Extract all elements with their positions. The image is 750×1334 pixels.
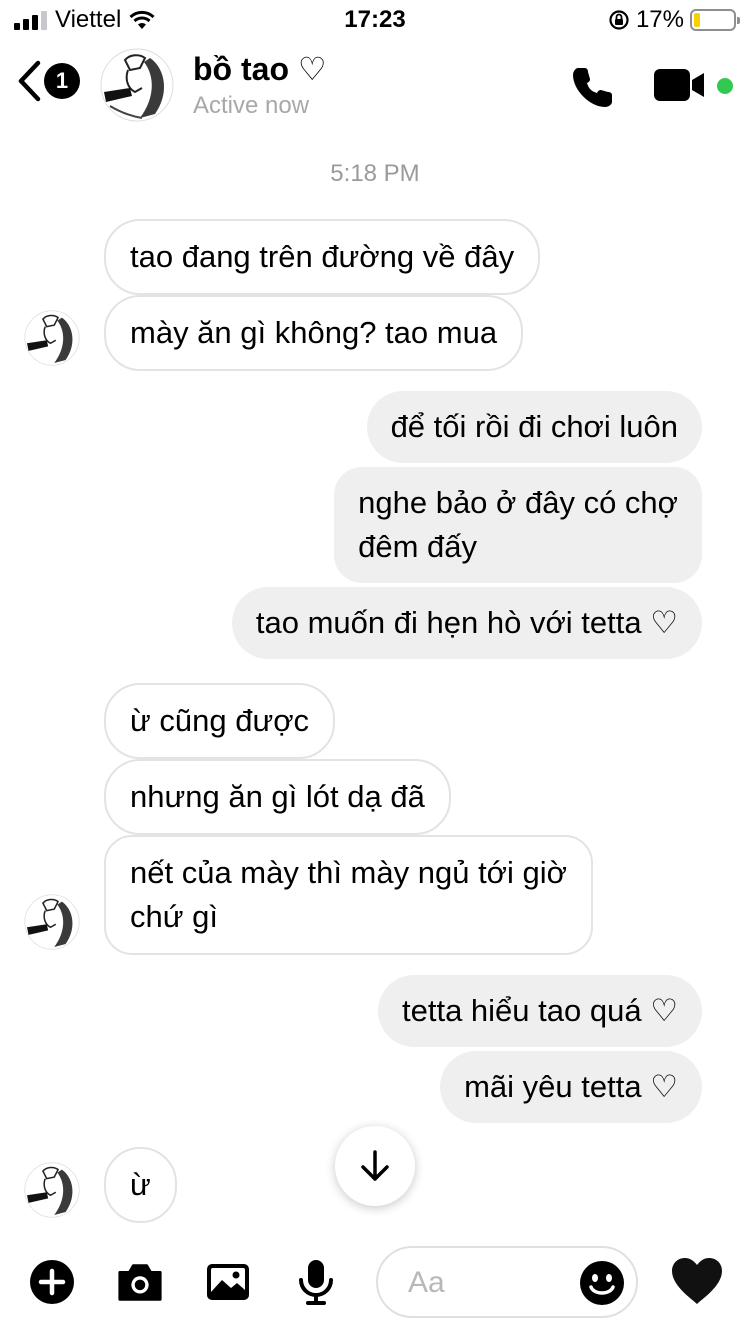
message-text: tao đang trên đường về đây	[130, 239, 515, 274]
message-text: ừ cũng được	[130, 703, 310, 738]
message-text: nhưng ăn gì lót dạ đã	[130, 779, 425, 814]
black-heart-icon[interactable]	[670, 1256, 724, 1306]
message-received[interactable]: ừ	[104, 1147, 177, 1223]
message-text-line: nết của mày thì mày ngủ tới giờ	[130, 855, 567, 890]
scroll-to-bottom-button[interactable]	[335, 1126, 415, 1206]
image-icon	[207, 1264, 249, 1300]
back-button[interactable]: 1	[16, 60, 80, 102]
message-composer: Aa	[0, 1228, 750, 1334]
message-received[interactable]: nết của mày thì mày ngủ tới giờ chứ gì	[104, 835, 593, 955]
message-text: tetta hiểu tao quá ♡	[402, 993, 678, 1028]
message-text: mãi yêu tetta ♡	[464, 1069, 678, 1104]
message-received[interactable]: tao đang trên đường về đây	[104, 219, 541, 295]
sender-avatar[interactable]	[24, 310, 80, 366]
status-right: 17%	[608, 6, 740, 34]
message-text-line: đêm đấy	[358, 529, 478, 564]
message-input-placeholder: Aa	[408, 1266, 445, 1299]
active-status: Active now	[193, 92, 310, 119]
avatar[interactable]	[100, 48, 174, 122]
add-attachment-button[interactable]	[28, 1258, 76, 1306]
message-text-line: chứ gì	[130, 899, 218, 934]
rotation-lock-icon	[609, 10, 629, 30]
arrow-down-icon	[361, 1150, 389, 1181]
battery-icon	[690, 9, 740, 31]
avatar-sketch-icon	[24, 1162, 80, 1218]
battery-percent: 17%	[635, 6, 684, 33]
message-received[interactable]: mày ăn gì không? tao mua	[104, 295, 524, 371]
phone-call-icon[interactable]	[570, 62, 618, 110]
message-text: để tối rồi đi chơi luôn	[390, 409, 678, 444]
message-text: mày ăn gì không? tao mua	[130, 315, 498, 350]
sender-avatar[interactable]	[24, 894, 80, 950]
conversation-header: 1 bồ tao ♡ Active now	[0, 40, 750, 132]
status-bar: Viettel 17:23 17%	[0, 0, 750, 40]
plus-circle-icon	[30, 1260, 74, 1304]
message-text: tao muốn đi hẹn hò với tetta ♡	[255, 605, 678, 640]
message-sent[interactable]: tao muốn đi hẹn hò với tetta ♡	[231, 587, 702, 659]
message-received[interactable]: nhưng ăn gì lót dạ đã	[104, 759, 451, 835]
message-sent[interactable]: nghe bảo ở đây có chợ đêm đấy	[334, 467, 702, 583]
video-call-icon[interactable]	[652, 66, 708, 104]
gallery-button[interactable]	[204, 1258, 252, 1306]
smiley-icon[interactable]	[578, 1259, 626, 1307]
avatar-sketch-icon	[24, 310, 80, 366]
sender-avatar[interactable]	[24, 1162, 80, 1218]
contact-name[interactable]: bồ tao ♡	[193, 50, 327, 88]
chevron-left-icon	[18, 60, 41, 102]
active-status-dot	[714, 75, 736, 97]
message-input[interactable]: Aa	[376, 1246, 638, 1318]
message-sent[interactable]: mãi yêu tetta ♡	[440, 1051, 702, 1123]
message-text-line: nghe bảo ở đây có chợ	[358, 485, 678, 520]
camera-button[interactable]	[116, 1258, 164, 1306]
avatar-sketch-icon	[100, 48, 174, 122]
voice-message-button[interactable]	[292, 1258, 340, 1306]
avatar-sketch-icon	[24, 894, 80, 950]
microphone-icon	[299, 1260, 333, 1305]
battery-level	[694, 13, 701, 27]
unread-count-badge: 1	[44, 63, 80, 99]
message-sent[interactable]: tetta hiểu tao quá ♡	[378, 975, 702, 1047]
message-sent[interactable]: để tối rồi đi chơi luôn	[366, 391, 702, 463]
camera-icon	[118, 1264, 162, 1301]
message-timestamp: 5:18 PM	[330, 160, 420, 187]
message-received[interactable]: ừ cũng được	[104, 683, 336, 759]
message-text: ừ	[130, 1167, 151, 1202]
